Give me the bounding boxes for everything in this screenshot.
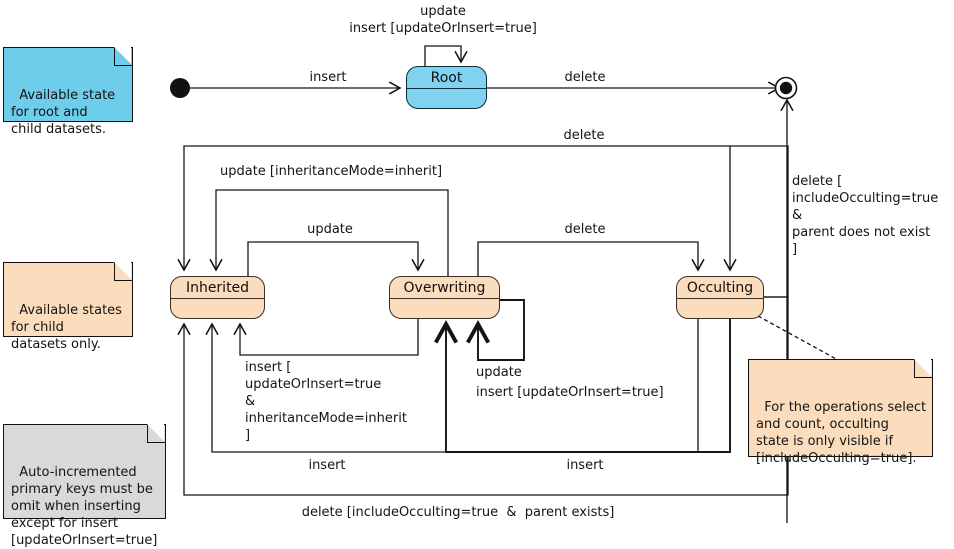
state-root-label: Root: [430, 70, 463, 86]
edge-label-delete-bottom: delete [includeOcculting=true & parent e…: [301, 505, 615, 520]
note-fold-icon: [114, 47, 132, 66]
edge-label-delete-top: delete: [563, 128, 605, 143]
note-fold-icon: [147, 424, 165, 443]
edge-label-insert-left-bottom: insert: [308, 458, 346, 473]
note-anchor-occulting: [757, 315, 839, 361]
edge-label-delete-occulting-final: delete [ includeOcculting=true & parent …: [792, 174, 939, 257]
note-occulting-visibility-text: For the operations select and count, occ…: [756, 400, 927, 466]
note-fold-icon: [914, 359, 932, 378]
edge-label-root-self-line2: insert [updateOrInsert=true]: [349, 21, 537, 36]
note-occulting-visibility: For the operations select and count, occ…: [748, 359, 933, 466]
edge-insert-guard-overwriting-inherited: [233, 318, 419, 356]
note-auto-increment-text: Auto-incremented primary keys must be om…: [11, 465, 158, 548]
edge-root-self: [424, 45, 468, 66]
edge-overwriting-occulting-delete: [477, 241, 705, 276]
edge-label-update-inheritance-mode: update [inheritanceMode=inherit]: [219, 164, 443, 179]
state-inherited-label: Inherited: [185, 280, 250, 296]
final-state: [774, 76, 798, 100]
state-root-separator: [407, 88, 486, 89]
edge-label-insert-right-bottom: insert: [566, 458, 604, 473]
note-fold-icon: [114, 262, 132, 281]
note-child-datasets: Available states for child datasets only…: [3, 262, 133, 352]
edge-label-delete-mid-right: delete: [564, 222, 606, 237]
state-inherited[interactable]: Inherited: [170, 276, 265, 319]
state-overwriting-separator: [390, 298, 499, 299]
state-occulting[interactable]: Occulting: [676, 276, 764, 319]
edge-label-overwriting-self-line2: insert [updateOrInsert=true]: [476, 385, 664, 400]
edge-label-overwriting-self-line1: update: [476, 365, 522, 380]
state-root[interactable]: Root: [406, 66, 487, 109]
edge-label-delete-root-final: delete: [564, 70, 606, 85]
state-overwriting-label: Overwriting: [403, 280, 486, 296]
state-overwriting[interactable]: Overwriting: [389, 276, 500, 319]
edge-label-update-mid: update: [307, 222, 353, 237]
note-root-datasets: Available state for root and child datas…: [3, 47, 133, 137]
edge-label-insert-guard-block: insert [ updateOrInsert=true & inheritan…: [245, 360, 407, 443]
note-root-datasets-text: Available state for root and child datas…: [11, 88, 116, 137]
state-occulting-label: Occulting: [686, 280, 754, 296]
note-auto-increment: Auto-incremented primary keys must be om…: [3, 424, 166, 548]
state-occulting-separator: [677, 298, 763, 299]
initial-state: [170, 78, 190, 98]
edge-label-root-self-line1: update: [420, 4, 466, 19]
state-inherited-separator: [171, 298, 264, 299]
edge-label-insert-initial: insert: [309, 70, 347, 85]
edge-inherited-overwriting-update: [247, 241, 425, 276]
